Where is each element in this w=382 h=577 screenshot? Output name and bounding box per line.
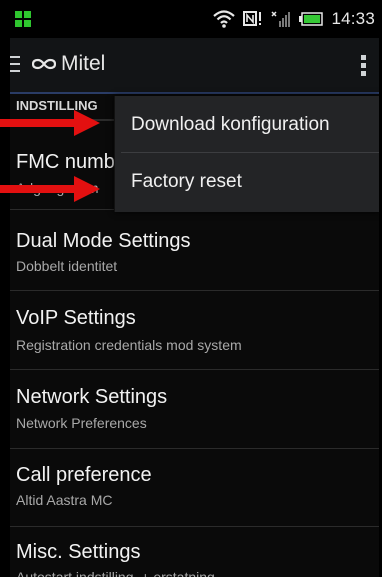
clock: 14:33 xyxy=(331,9,375,28)
mitel-logo-icon xyxy=(32,58,56,70)
list-item-misc-settings[interactable]: Misc. Settings Autostart indstilling, + … xyxy=(10,527,379,577)
list-item-dual-mode-settings[interactable]: Dual Mode Settings Dobbelt identitet xyxy=(10,210,379,291)
brand-name: Mitel xyxy=(61,52,106,75)
signal-icon xyxy=(271,11,291,27)
list-item-title: Call preference xyxy=(16,464,152,486)
list-item-title: VoIP Settings xyxy=(16,307,136,329)
action-bar: Mitel xyxy=(10,38,379,94)
wifi-icon xyxy=(213,10,236,28)
battery-icon xyxy=(299,12,324,26)
app-notification-icon xyxy=(15,11,31,27)
list-item-title: Misc. Settings xyxy=(16,541,141,563)
list-item-call-preference[interactable]: Call preference Altid Aastra MC xyxy=(10,449,379,527)
list-item-subtitle: Altid Aastra MC xyxy=(16,492,113,508)
menu-item-download-configuration[interactable]: Download konfiguration xyxy=(115,96,379,152)
app-brand[interactable]: Mitel xyxy=(32,52,105,76)
drawer-icon[interactable] xyxy=(10,56,20,72)
list-item-subtitle: Registration credentials mod system xyxy=(16,337,242,353)
overflow-popup-menu: Download konfiguration Factory reset xyxy=(114,96,379,212)
annotation-arrow-icon xyxy=(0,176,100,202)
list-item-subtitle: Dobbelt identitet xyxy=(16,258,118,274)
list-item-title: Dual Mode Settings xyxy=(16,230,191,252)
list-item-subtitle: Network Preferences xyxy=(16,415,147,431)
list-item-network-settings[interactable]: Network Settings Network Preferences xyxy=(10,370,379,449)
list-item-title: FMC numb xyxy=(16,151,115,173)
phone-screen: 14:33 Mitel INDSTILLING FMC numb Adgangs… xyxy=(10,0,379,577)
annotation-arrow-icon xyxy=(0,110,100,136)
list-item-subtitle: Autostart indstilling, + erstatning xyxy=(16,569,215,577)
status-icons: 14:33 xyxy=(213,9,375,29)
list-item-voip-settings[interactable]: VoIP Settings Registration credentials m… xyxy=(10,291,379,370)
list-item-title: Network Settings xyxy=(16,386,168,408)
status-bar: 14:33 xyxy=(10,0,379,38)
menu-item-factory-reset[interactable]: Factory reset xyxy=(115,153,379,209)
menu-item-label: Factory reset xyxy=(131,171,242,192)
menu-item-label: Download konfiguration xyxy=(131,114,330,135)
overflow-menu-icon[interactable] xyxy=(361,55,367,77)
nfc-icon xyxy=(243,11,262,26)
